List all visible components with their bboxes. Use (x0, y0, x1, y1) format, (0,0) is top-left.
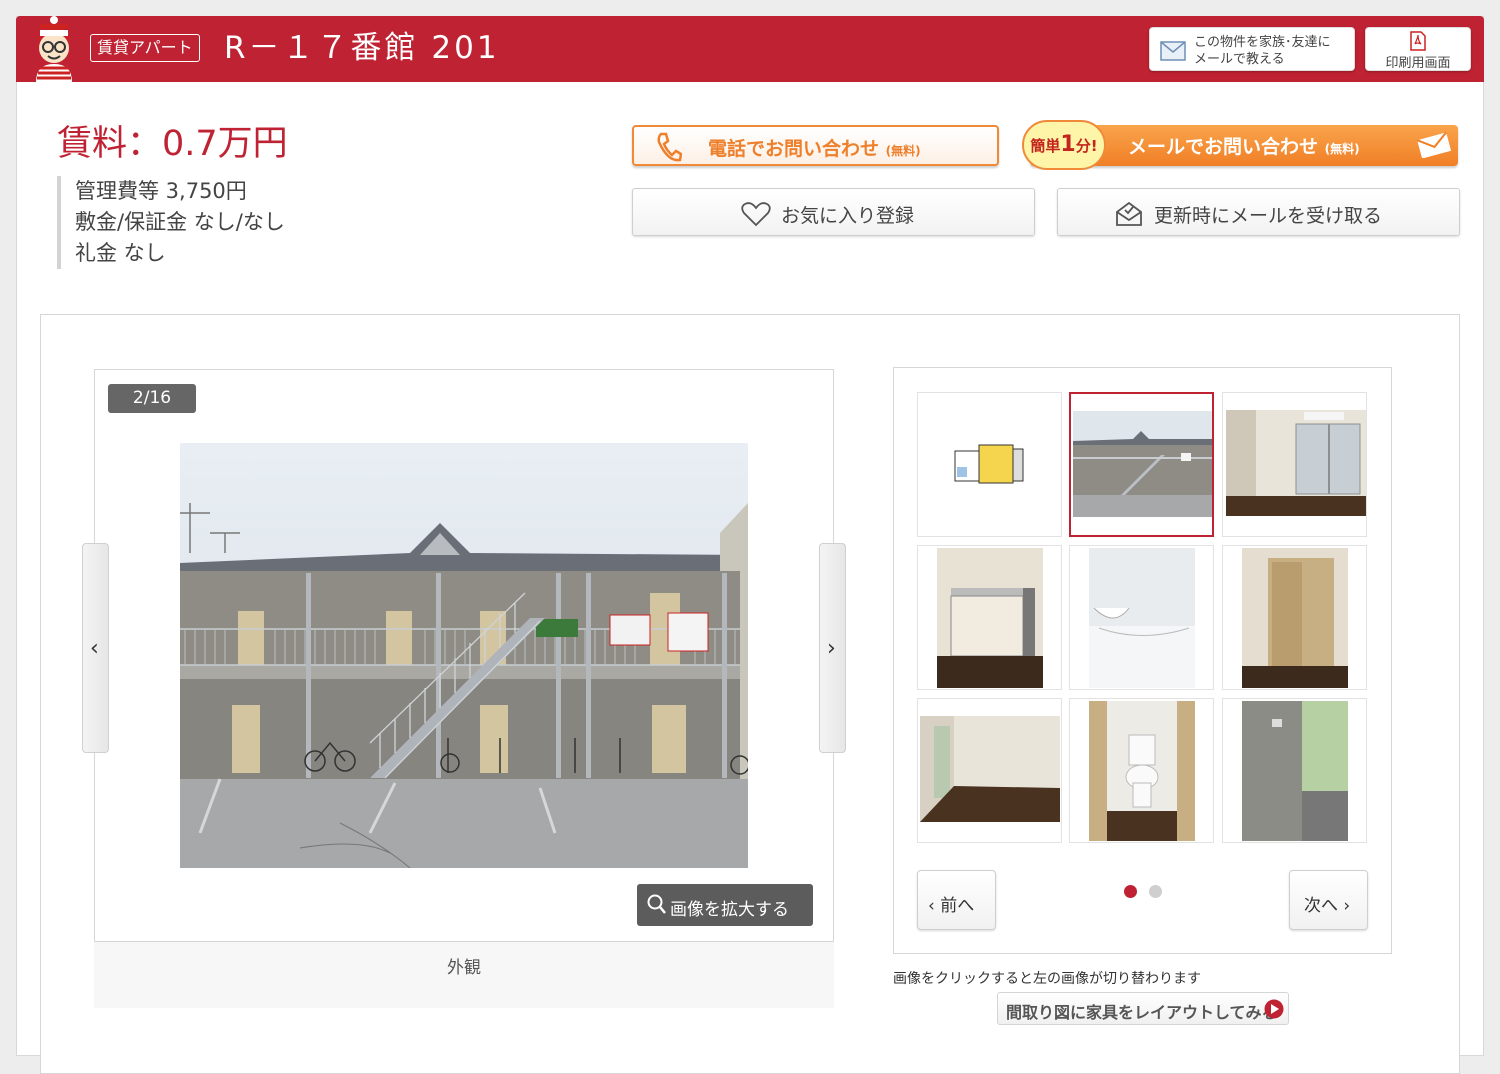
furniture-layout-label: 間取り図に家具をレイアウトしてみる (1006, 1003, 1278, 1022)
mascot-logo (22, 16, 82, 82)
favorite-label: お気に入り登録 (781, 205, 915, 227)
thumb-floorplan[interactable] (917, 392, 1062, 537)
thumb-exterior[interactable] (1069, 392, 1214, 537)
zoom-label: 画像を拡大する (670, 900, 789, 920)
thumb-bath[interactable] (1069, 545, 1214, 690)
phone-icon (657, 132, 682, 162)
property-title: R－１７番館 201 (224, 30, 500, 66)
print-label: 印刷用画面 (1385, 56, 1451, 71)
property-type-badge: 賃貸アパート (90, 34, 200, 62)
prev-page-button[interactable]: ‹ 前へ (917, 870, 996, 930)
thumb-room-window[interactable] (1222, 392, 1367, 537)
mail-friend-button[interactable]: この物件を家族･友達に メールで教える (1149, 27, 1355, 71)
image-caption: 外観 (94, 942, 834, 1008)
envelope-icon (1160, 41, 1186, 61)
phone-inquiry-button[interactable]: 電話でお問い合わせ (無料) (632, 125, 999, 166)
mail-open-icon (1116, 201, 1142, 226)
thumb-toilet[interactable] (1069, 698, 1214, 843)
key-money-fee: 礼金 なし (75, 241, 166, 265)
play-circle-icon (1264, 999, 1284, 1019)
envelope-icon (1416, 132, 1452, 158)
furniture-layout-button[interactable]: 間取り図に家具をレイアウトしてみる (997, 992, 1289, 1025)
rent-price: 賃料：0.7万円 (57, 124, 288, 164)
zoom-image-button[interactable]: 画像を拡大する (637, 884, 813, 926)
phone-inquiry-label: 電話でお問い合わせ (無料) (708, 138, 921, 160)
mail-inquiry-label: メールでお問い合わせ (無料) (1128, 136, 1360, 158)
mail-friend-label: この物件を家族･友達に メールで教える (1194, 35, 1331, 67)
update-mail-button[interactable]: 更新時にメールを受け取る (1057, 188, 1460, 236)
favorite-button[interactable]: お気に入り登録 (632, 188, 1035, 236)
next-image-arrow[interactable]: › (819, 543, 846, 753)
quick-badge: 簡単1分! (1022, 120, 1106, 170)
pdf-icon (1410, 31, 1426, 51)
print-button[interactable]: 印刷用画面 (1365, 27, 1471, 71)
image-counter: 2/16 (108, 384, 196, 413)
prev-image-arrow[interactable]: ‹ (82, 543, 109, 753)
fee-details: 管理費等 3,750円 敷金/保証金 なし/なし 礼金 なし (57, 176, 285, 269)
main-photo[interactable] (180, 443, 748, 868)
management-fee: 管理費等 3,750円 (75, 179, 247, 203)
property-header: 賃貸アパート R－１７番館 201 この物件を家族･友達に メールで教える 印刷… (16, 16, 1484, 82)
search-icon (647, 894, 666, 914)
next-page-button[interactable]: 次へ › (1289, 870, 1368, 930)
thumb-room[interactable] (917, 698, 1062, 843)
update-mail-label: 更新時にメールを受け取る (1154, 205, 1383, 227)
page-dot-1[interactable] (1124, 885, 1137, 898)
thumb-closet[interactable] (1222, 545, 1367, 690)
thumb-kitchen[interactable] (917, 545, 1062, 690)
gallery-hint: 画像をクリックすると左の画像が切り替わります (893, 971, 1201, 987)
thumb-balcony[interactable] (1222, 698, 1367, 843)
deposit-fee: 敷金/保証金 なし/なし (75, 210, 285, 234)
heart-icon (741, 202, 771, 227)
page-dot-2[interactable] (1149, 885, 1162, 898)
